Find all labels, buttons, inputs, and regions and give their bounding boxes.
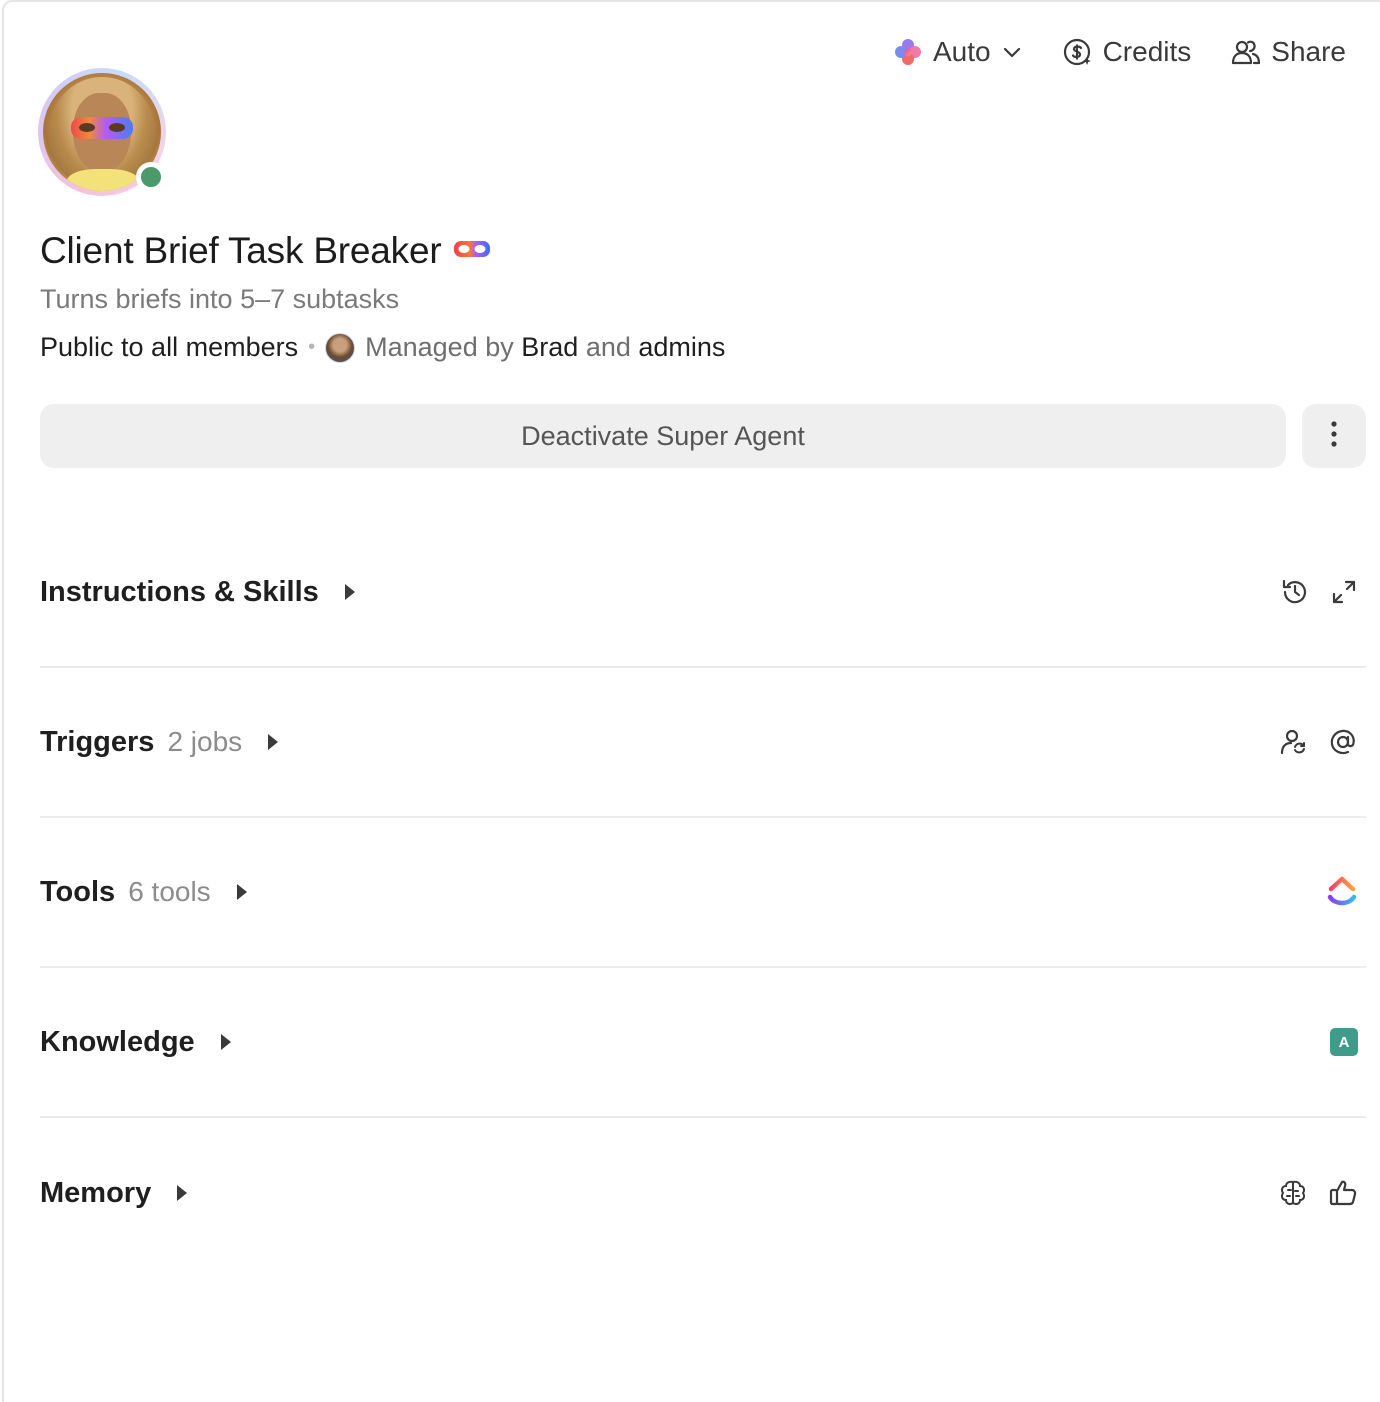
credits-button[interactable]: Credits (1063, 30, 1192, 74)
share-label: Share (1271, 36, 1346, 67)
section-title: Instructions & Skills (40, 575, 319, 608)
agent-avatar[interactable] (38, 68, 168, 198)
separator-dot: • (308, 336, 316, 358)
section-instructions-skills: Instructions & Skills (40, 518, 1366, 668)
caret-right-icon (236, 884, 247, 900)
agent-title-row: Client Brief Task Breaker (40, 230, 491, 272)
section-triggers: Triggers 2 jobs (40, 668, 1366, 818)
chevron-down-icon (1001, 41, 1023, 63)
section-tools: Tools 6 tools (40, 818, 1366, 968)
section-title: Memory (40, 1176, 152, 1209)
agent-meta-row: Public to all members • Managed by Brad … (40, 332, 725, 363)
section-title: Knowledge (40, 1025, 195, 1058)
online-status-indicator (136, 162, 166, 192)
manager-name[interactable]: Brad (521, 332, 578, 363)
ai-sparkle-icon (893, 37, 923, 67)
share-button[interactable]: Share (1231, 30, 1346, 74)
visibility-label[interactable]: Public to all members (40, 332, 298, 363)
section-count: 2 jobs (167, 726, 243, 757)
thumbs-up-icon[interactable] (1328, 1178, 1358, 1208)
caret-right-icon (220, 1034, 231, 1050)
managed-by-prefix: Managed by (365, 332, 514, 362)
super-agent-mask-icon (453, 238, 491, 265)
section-knowledge: Knowledge A (40, 968, 1366, 1118)
credits-coin-icon (1063, 37, 1093, 67)
section-toggle-triggers[interactable]: Triggers 2 jobs (40, 725, 279, 759)
agent-name: Client Brief Task Breaker (40, 230, 442, 271)
at-mention-icon[interactable] (1328, 727, 1358, 757)
agent-description: Turns briefs into 5–7 subtasks (40, 284, 400, 314)
model-selector-label: Auto (932, 36, 991, 67)
section-title: Tools (40, 875, 116, 908)
more-vertical-icon (1330, 420, 1338, 453)
and-text: and (585, 332, 631, 362)
section-count: 6 tools (128, 876, 211, 907)
model-selector-button[interactable]: Auto (893, 30, 1023, 74)
history-icon[interactable] (1280, 577, 1310, 607)
deactivate-agent-button[interactable]: Deactivate Super Agent (40, 404, 1286, 468)
caret-right-icon (268, 734, 279, 750)
top-toolbar: Auto Credits Share (893, 30, 1346, 74)
section-toggle-knowledge[interactable]: Knowledge (40, 1026, 231, 1059)
brain-icon[interactable] (1278, 1178, 1308, 1208)
caret-right-icon (177, 1185, 188, 1201)
section-toggle-instructions[interactable]: Instructions & Skills (40, 576, 355, 609)
section-toggle-tools[interactable]: Tools 6 tools (40, 876, 247, 909)
section-toggle-memory[interactable]: Memory (40, 1176, 188, 1210)
agent-settings-panel: Auto Credits Share Client Brief Task Bre… (2, 0, 1380, 1402)
manager-avatar (325, 332, 356, 363)
user-sync-icon[interactable] (1278, 727, 1308, 757)
more-options-button[interactable] (1302, 404, 1366, 468)
section-memory: Memory (40, 1118, 1366, 1268)
expand-icon[interactable] (1330, 578, 1358, 606)
section-title: Triggers (40, 725, 155, 758)
share-people-icon (1231, 37, 1261, 67)
knowledge-badge-letter: A (1330, 1028, 1358, 1056)
admins-label[interactable]: admins (638, 332, 725, 363)
clickup-logo-icon[interactable] (1326, 875, 1358, 909)
caret-right-icon (344, 584, 355, 600)
knowledge-source-badge[interactable]: A (1330, 1028, 1358, 1056)
credits-label: Credits (1102, 36, 1192, 67)
